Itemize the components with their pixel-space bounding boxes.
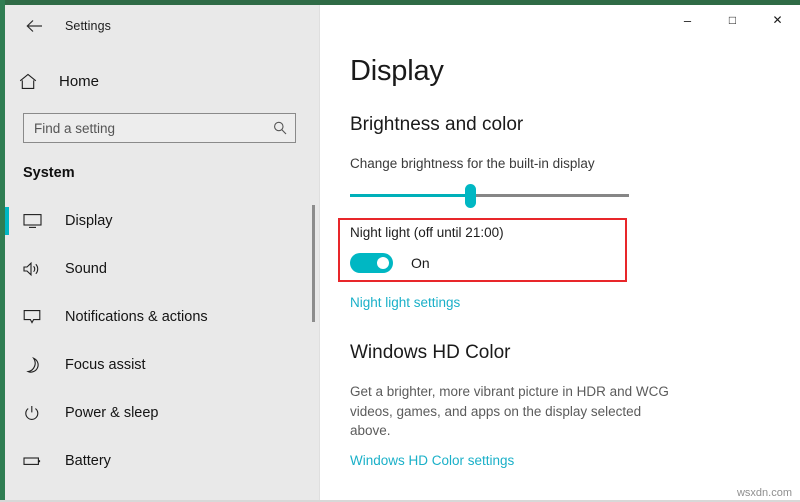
page-title: Display (350, 55, 800, 88)
settings-window: Settings Home System (5, 5, 800, 502)
sidebar-item-sound[interactable]: Sound (5, 245, 320, 293)
window-controls: – □ ✕ (320, 5, 800, 47)
back-button[interactable] (17, 11, 51, 41)
content-pane: – □ ✕ Display Brightness and color Chang… (320, 5, 800, 502)
selection-indicator (5, 207, 9, 235)
sidebar-item-notifications[interactable]: Notifications & actions (5, 293, 320, 341)
toggle-knob (377, 257, 389, 269)
sidebar-item-label: Display (65, 213, 113, 229)
notification-icon (23, 306, 51, 328)
night-light-toggle-row: On (350, 253, 800, 273)
brightness-slider-label: Change brightness for the built-in displ… (350, 156, 800, 171)
power-icon (23, 402, 51, 424)
sidebar-item-battery[interactable]: Battery (5, 437, 320, 485)
watermark: wsxdn.com (737, 487, 792, 499)
sidebar-item-home[interactable]: Home (5, 63, 320, 99)
night-light-toggle[interactable] (350, 253, 393, 273)
brightness-heading: Brightness and color (350, 114, 800, 136)
sidebar-item-home-label: Home (59, 73, 99, 90)
brightness-slider[interactable] (350, 187, 629, 205)
back-arrow-icon (26, 19, 43, 33)
battery-icon (23, 450, 51, 472)
night-light-settings-link[interactable]: Night light settings (350, 295, 460, 310)
home-icon (19, 73, 45, 90)
night-light-toggle-state: On (411, 255, 430, 271)
brightness-slider-thumb[interactable] (465, 184, 476, 208)
close-button[interactable]: ✕ (755, 5, 800, 35)
settings-window-root: Settings Home System (0, 0, 800, 502)
hd-color-description: Get a brighter, more vibrant picture in … (350, 382, 680, 441)
search-input[interactable] (34, 121, 273, 136)
sidebar-item-focus-assist[interactable]: Focus assist (5, 341, 320, 389)
maximize-icon: □ (729, 13, 736, 27)
sidebar-section-title: System (23, 165, 320, 181)
sidebar-item-label: Sound (65, 261, 107, 277)
display-settings-body: Display Brightness and color Change brig… (320, 55, 800, 470)
sidebar-scrollbar-thumb[interactable] (312, 205, 315, 322)
hd-color-heading: Windows HD Color (350, 342, 800, 364)
minimize-button[interactable]: – (665, 5, 710, 35)
sidebar: Settings Home System (5, 5, 320, 502)
sidebar-item-display[interactable]: Display (5, 197, 320, 245)
sidebar-item-label: Power & sleep (65, 405, 159, 421)
sidebar-nav-list: Display Sound (5, 197, 320, 485)
brightness-slider-fill (350, 194, 470, 197)
sidebar-titlebar: Settings (5, 5, 320, 47)
close-icon: ✕ (772, 13, 782, 27)
maximize-button[interactable]: □ (710, 5, 755, 35)
app-title: Settings (65, 19, 111, 33)
moon-icon (23, 354, 51, 376)
sidebar-item-label: Battery (65, 453, 111, 469)
speaker-icon (23, 258, 51, 280)
sidebar-item-power-sleep[interactable]: Power & sleep (5, 389, 320, 437)
hd-color-settings-link[interactable]: Windows HD Color settings (350, 453, 514, 468)
sidebar-item-label: Notifications & actions (65, 309, 208, 325)
search-icon[interactable] (273, 121, 287, 135)
minimize-icon: – (684, 13, 691, 28)
monitor-icon (23, 210, 51, 232)
search-box[interactable] (23, 113, 296, 143)
sidebar-item-label: Focus assist (65, 357, 146, 373)
night-light-label: Night light (off until 21:00) (350, 225, 800, 240)
